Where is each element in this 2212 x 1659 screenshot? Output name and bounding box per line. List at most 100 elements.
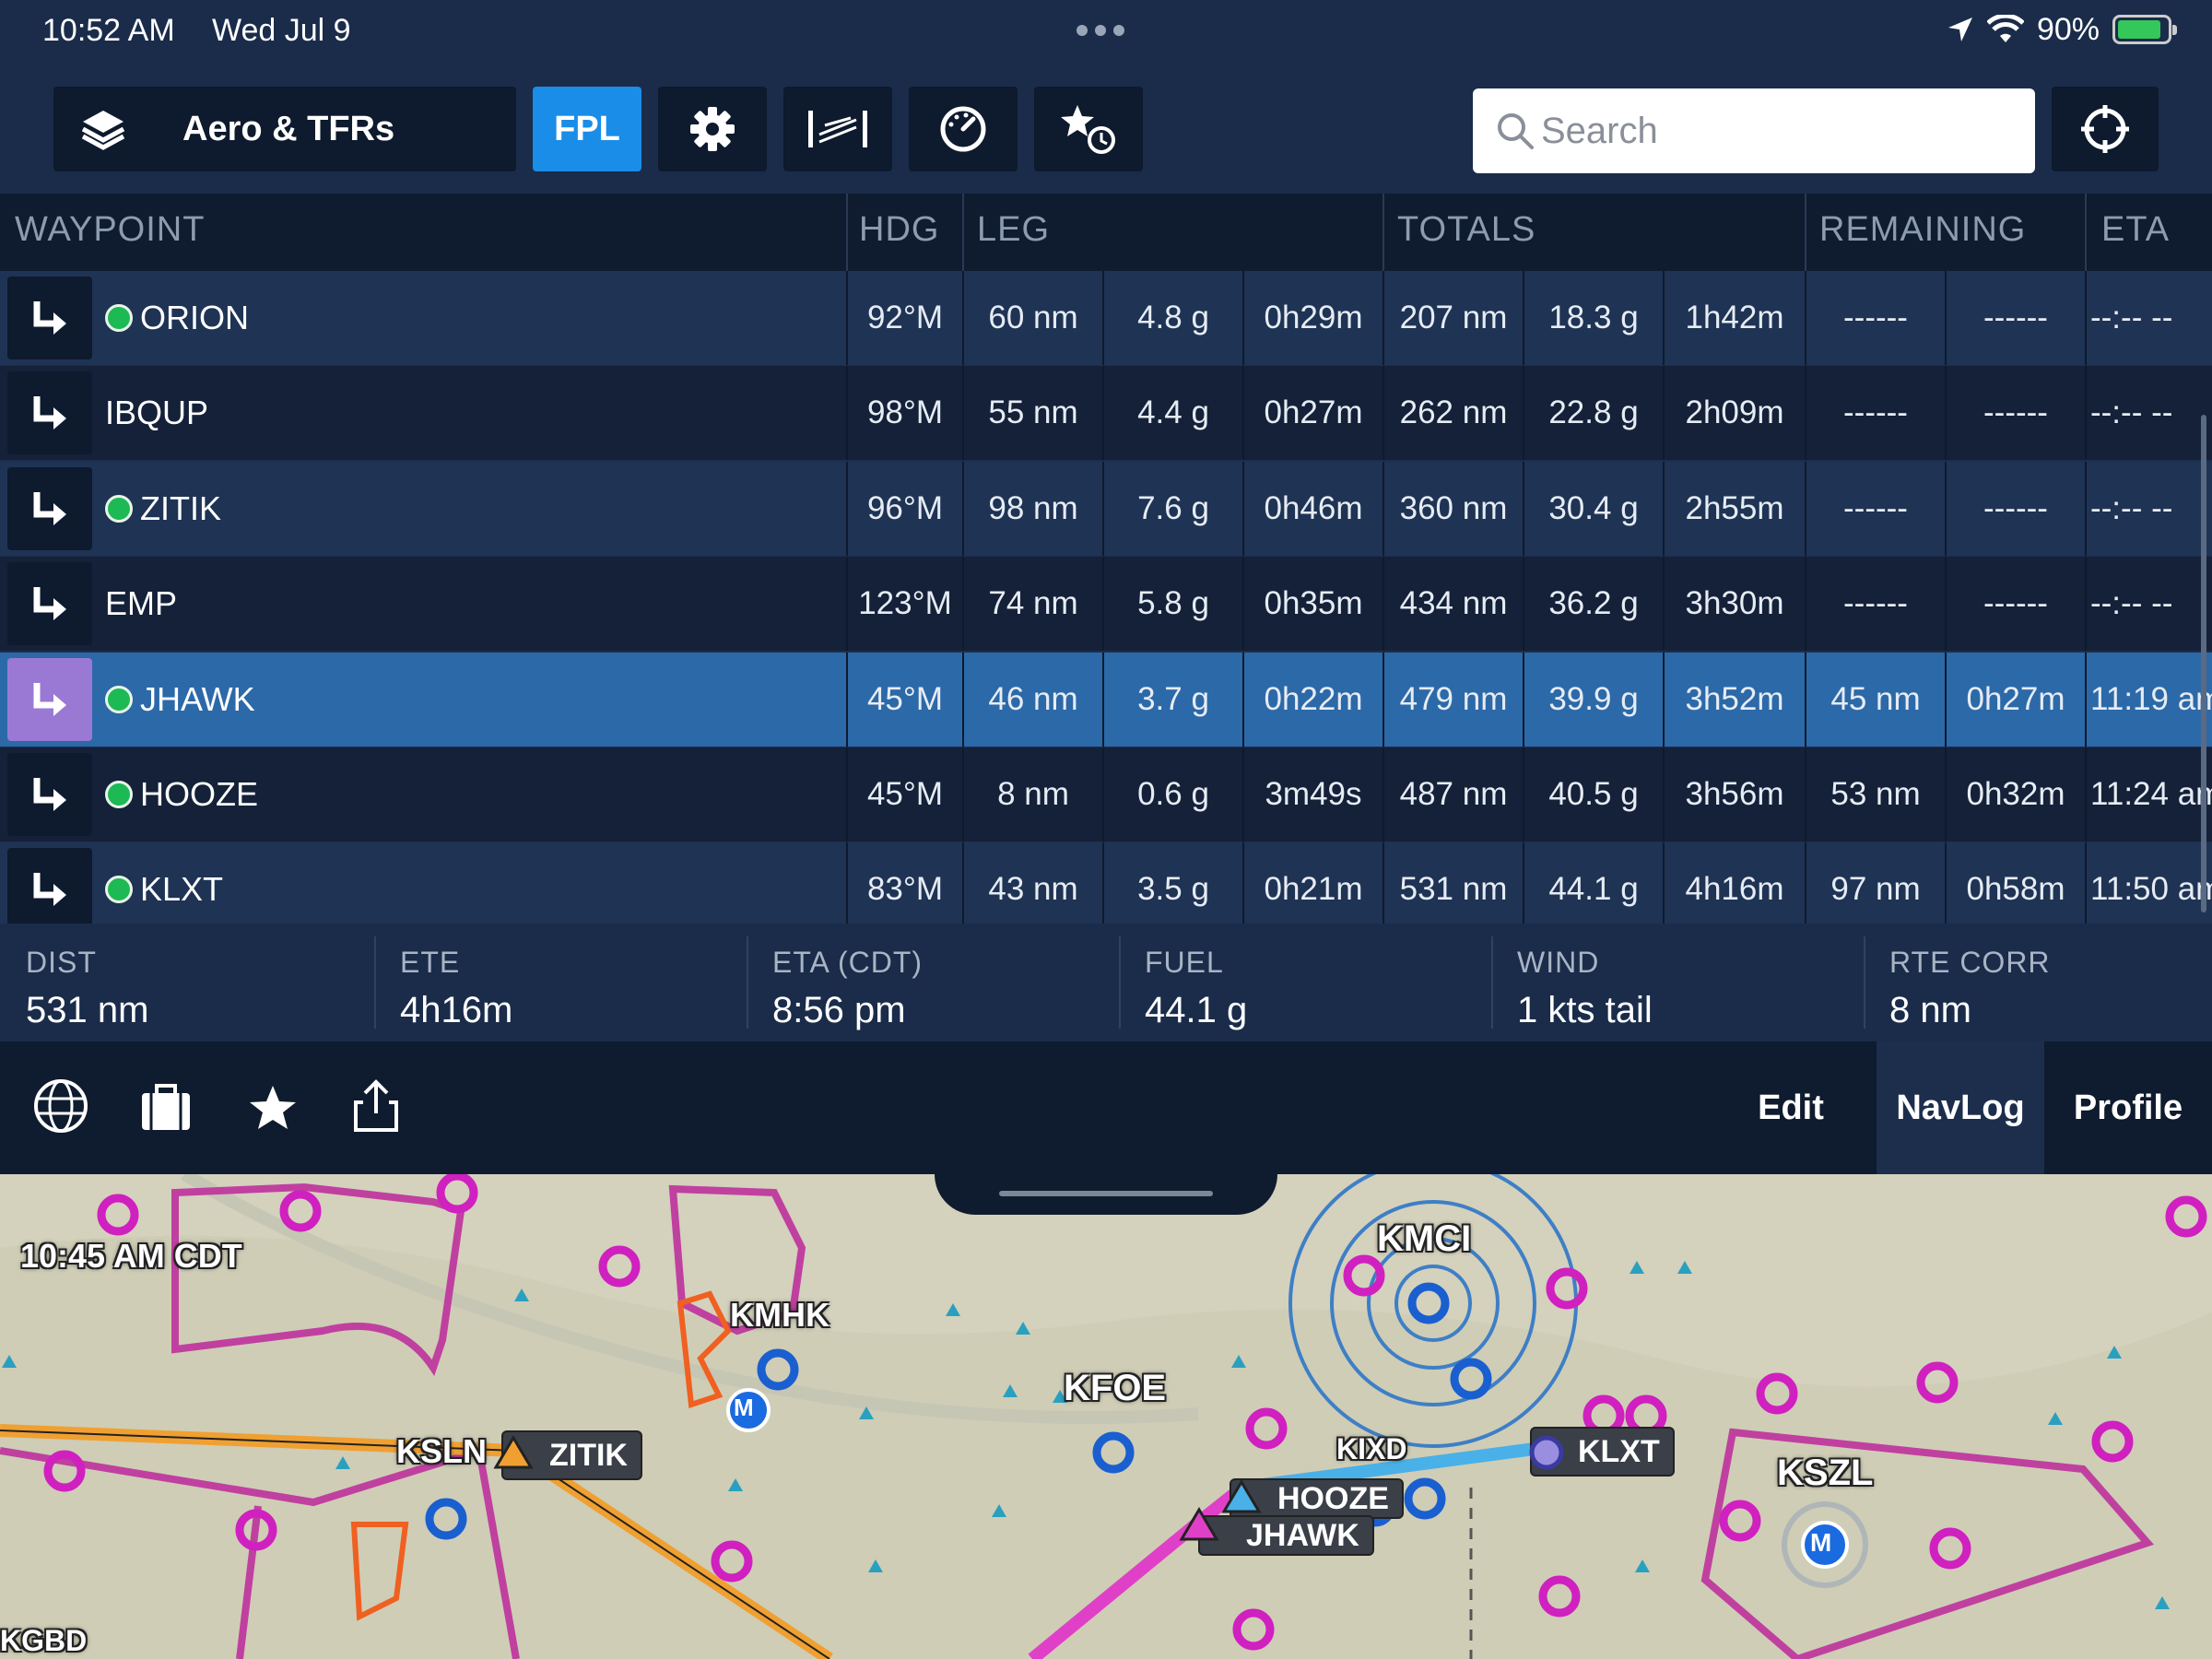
- center-location-button[interactable]: [2052, 87, 2159, 171]
- wifi-icon: [1986, 15, 2024, 42]
- battery-icon: [2112, 15, 2177, 44]
- header-remaining: REMAINING: [1819, 210, 2027, 249]
- waypoint-name[interactable]: IBQUP: [105, 366, 208, 460]
- waypoint-name[interactable]: HOOZE: [105, 747, 258, 841]
- direct-to-arrow-icon: [33, 587, 66, 621]
- cell-tot-time: 3h56m: [1663, 747, 1805, 841]
- runway-approach-icon: [808, 111, 867, 147]
- cell-rem-dist: ------: [1805, 366, 1945, 461]
- cell-hdg: 45°M: [846, 747, 962, 841]
- cell-hdg: 98°M: [846, 366, 962, 461]
- fpl-button[interactable]: FPL: [533, 87, 641, 171]
- waypoint-name[interactable]: ZITIK: [105, 462, 221, 556]
- table-row[interactable]: IBQUP 98°M 55 nm 4.4 g 0h27m 262 nm 22.8 g 2h09…: [0, 366, 2212, 461]
- cell-hdg: 96°M: [846, 461, 962, 556]
- direct-to-button[interactable]: [7, 466, 92, 550]
- table-row[interactable]: HOOZE 45°M 8 nm 0.6 g 3m49s 487 nm 40.5 g 3h56m…: [0, 747, 2212, 841]
- cell-hdg: 123°M: [846, 557, 962, 652]
- airport-label-kszl[interactable]: KSZL: [1777, 1453, 1873, 1494]
- star-clock-icon: [1061, 105, 1115, 154]
- direct-to-button[interactable]: [7, 371, 92, 455]
- waypoint-label: ORION: [140, 299, 250, 336]
- header-eta: ETA: [2101, 210, 2171, 249]
- star-icon[interactable]: [245, 1077, 300, 1135]
- aeronautical-map[interactable]: 10:45 AM CDT KMCI KMHK KFOE KSZL KSLN KI…: [0, 1174, 2212, 1659]
- waypoint-name[interactable]: ORION: [105, 271, 249, 365]
- direct-to-button[interactable]: [7, 657, 92, 741]
- direct-to-arrow-icon: [33, 301, 66, 335]
- globe-icon[interactable]: [31, 1077, 90, 1135]
- table-row[interactable]: EMP 123°M 74 nm 5.8 g 0h35m 434 nm 36.2 g 3h30m…: [0, 557, 2212, 652]
- total-ete: ETE 4h16m: [374, 924, 747, 1041]
- m-badge-kmhk: M: [734, 1394, 754, 1421]
- airport-label-ksln[interactable]: KSLN: [396, 1432, 487, 1471]
- cell-rem-dist: ------: [1805, 557, 1945, 652]
- map-layers-button[interactable]: Aero & TFRs: [53, 87, 516, 171]
- cell-rem-dist: ------: [1805, 461, 1945, 556]
- cell-leg-dist: 46 nm: [962, 652, 1102, 747]
- cell-tot-dist: 531 nm: [1382, 842, 1523, 924]
- direct-to-button[interactable]: [7, 753, 92, 836]
- cell-tot-fuel: 44.1 g: [1523, 842, 1663, 924]
- tab-profile[interactable]: Profile: [2044, 1041, 2212, 1174]
- cell-rem-dist: 97 nm: [1805, 842, 1945, 924]
- direct-to-button[interactable]: [7, 562, 92, 646]
- search-placeholder: Search: [1541, 110, 1658, 151]
- waypoint-label: JHAWK: [140, 679, 255, 718]
- direct-to-arrow-icon: [33, 396, 66, 430]
- waypoint-name[interactable]: EMP: [105, 557, 177, 651]
- airport-label-kgbd[interactable]: KGBD: [0, 1624, 87, 1658]
- total-wind-label: WIND: [1517, 946, 1600, 979]
- procedures-button[interactable]: [783, 87, 892, 171]
- waypoint-name[interactable]: JHAWK: [105, 653, 255, 747]
- table-row[interactable]: KLXT 83°M 43 nm 3.5 g 0h21m 531 nm 44.1 g 4h16m…: [0, 842, 2212, 924]
- klxt-airport-icon: [1529, 1435, 1564, 1470]
- cell-rem-time: 0h27m: [1945, 652, 2085, 747]
- share-icon[interactable]: [350, 1077, 402, 1135]
- bottom-toolbar: Edit NavLog Profile: [0, 1041, 2212, 1174]
- status-date: Wed Jul 9: [212, 13, 351, 48]
- airport-label-kmci[interactable]: KMCI: [1377, 1218, 1471, 1260]
- cell-leg-dist: 60 nm: [962, 271, 1102, 365]
- table-row[interactable]: JHAWK 45°M 46 nm 3.7 g 0h22m 479 nm 39.9 g 3h52…: [0, 652, 2212, 747]
- settings-button[interactable]: [658, 87, 767, 171]
- recents-favorites-button[interactable]: [1034, 87, 1143, 171]
- search-input[interactable]: Search: [1473, 88, 2035, 173]
- table-scrollbar[interactable]: [2201, 415, 2206, 912]
- top-toolbar: Aero & TFRs FPL Search: [0, 61, 2212, 194]
- direct-to-button[interactable]: [7, 848, 92, 924]
- total-wind-value: 1 kts tail: [1517, 990, 1653, 1030]
- instruments-button[interactable]: [909, 87, 1018, 171]
- cell-hdg: 92°M: [846, 271, 962, 365]
- table-row[interactable]: ZITIK 96°M 98 nm 7.6 g 0h46m 360 nm 30.4 g 2h55…: [0, 461, 2212, 556]
- cell-leg-fuel: 4.4 g: [1102, 366, 1242, 461]
- direct-to-arrow-icon: [33, 873, 66, 907]
- airport-label-kfoe[interactable]: KFOE: [1064, 1368, 1166, 1409]
- panel-drag-handle[interactable]: [935, 1163, 1277, 1215]
- cell-leg-time: 3m49s: [1242, 747, 1382, 841]
- cell-eta: --:-- --: [2085, 557, 2212, 652]
- cell-eta: --:-- --: [2085, 461, 2212, 556]
- location-arrow-icon: [1947, 18, 1972, 41]
- airport-label-kixd[interactable]: KIXD: [1336, 1432, 1406, 1466]
- route-waypoint-jhawk[interactable]: JHAWK: [1198, 1515, 1374, 1556]
- header-hdg: HDG: [859, 210, 940, 249]
- waypoint-label: IBQUP: [105, 394, 209, 432]
- multitasking-dots-icon[interactable]: [1077, 24, 1135, 37]
- cell-eta: --:-- --: [2085, 366, 2212, 461]
- briefcase-icon[interactable]: [138, 1077, 194, 1135]
- tab-navlog[interactable]: NavLog: [1877, 1041, 2044, 1174]
- direct-to-button[interactable]: [7, 276, 92, 359]
- cell-tot-fuel: 40.5 g: [1523, 747, 1663, 841]
- total-fuel-label: FUEL: [1145, 946, 1224, 979]
- waypoint-name[interactable]: KLXT: [105, 842, 223, 924]
- cell-tot-fuel: 36.2 g: [1523, 557, 1663, 652]
- totals-bar: DIST 531 nm ETE 4h16m ETA (CDT) 8:56 pm …: [0, 924, 2212, 1041]
- cell-leg-time: 0h46m: [1242, 461, 1382, 556]
- table-row[interactable]: ORION 92°M 60 nm 4.8 g 0h29m 207 nm 18.3 g 1h42…: [0, 271, 2212, 365]
- tab-edit[interactable]: Edit: [1705, 1041, 1877, 1174]
- map-canvas: [0, 1174, 2212, 1659]
- cell-leg-fuel: 4.8 g: [1102, 271, 1242, 365]
- airport-label-kmhk[interactable]: KMHK: [730, 1296, 830, 1335]
- total-wind: WIND 1 kts tail: [1491, 924, 1864, 1041]
